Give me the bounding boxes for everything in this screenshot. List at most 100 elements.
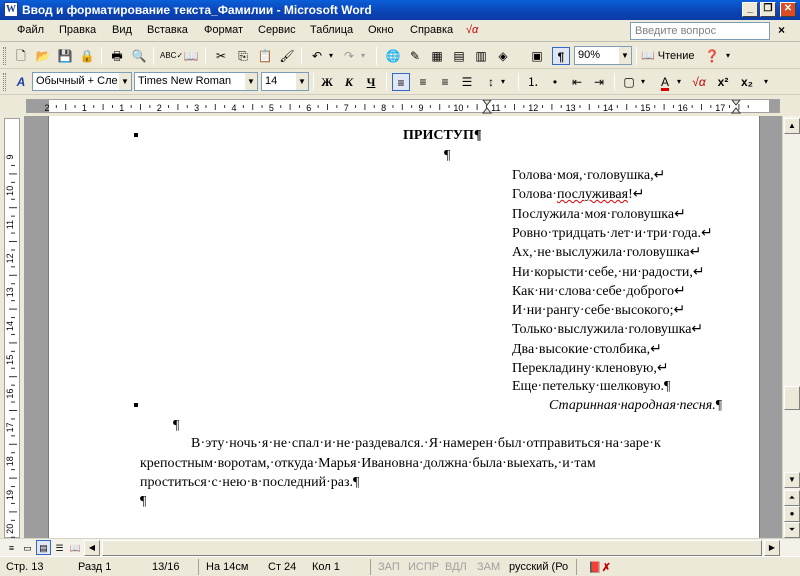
menu-table[interactable]: Таблица [310, 24, 353, 36]
chevron-down-icon[interactable]: ▼ [245, 73, 257, 90]
menu-help[interactable]: Справка [410, 24, 453, 36]
normal-view-icon[interactable]: ≡ [4, 540, 19, 555]
bold-button[interactable]: Ж [318, 73, 336, 91]
scroll-left-icon[interactable]: ◀ [84, 540, 100, 556]
chevron-down-icon[interactable]: ▼ [619, 47, 631, 64]
tables-borders-icon[interactable]: ✎ [406, 47, 424, 65]
underline-button[interactable]: Ч [362, 73, 380, 91]
print-preview-icon[interactable]: 🔍 [130, 47, 148, 65]
toolbar-grip[interactable] [3, 73, 6, 91]
chevron-down-icon[interactable]: ▾ [638, 73, 648, 91]
status-column[interactable]: Кол 1 [312, 561, 340, 573]
web-view-icon[interactable]: ▭ [20, 540, 35, 555]
increase-indent-icon[interactable]: ⇥ [590, 73, 608, 91]
chevron-down-icon[interactable]: ▾ [674, 73, 684, 91]
menu-tools[interactable]: Сервис [258, 24, 296, 36]
menu-edit[interactable]: Правка [59, 24, 96, 36]
borders-icon[interactable]: ▢ [620, 73, 638, 91]
undo-icon[interactable]: ↶ [308, 47, 326, 65]
horizontal-scrollbar[interactable]: ≡ ▭ ▤ ☰ 📖 ◀ ▶ [0, 538, 800, 556]
bullets-icon[interactable]: • [546, 73, 564, 91]
menu-file[interactable]: Файл [17, 24, 44, 36]
italic-button[interactable]: К [340, 73, 358, 91]
scroll-up-icon[interactable]: ▲ [784, 118, 800, 134]
zoom-combo[interactable]: 90% ▼ [574, 46, 632, 65]
chevron-down-icon[interactable]: ▼ [296, 73, 308, 90]
superscript-icon[interactable]: x² [714, 73, 732, 91]
chevron-down-icon[interactable]: ▼ [119, 73, 131, 90]
minimize-button[interactable]: _ [742, 2, 758, 17]
permission-icon[interactable]: 🔒 [78, 47, 96, 65]
paste-icon[interactable]: 📋 [256, 47, 274, 65]
show-formatting-icon[interactable]: ¶ [552, 47, 570, 65]
maximize-button[interactable]: ❐ [760, 2, 776, 17]
menu-window[interactable]: Окно [368, 24, 394, 36]
next-page-icon[interactable]: ⏷ [784, 522, 800, 538]
print-icon[interactable]: 🖶 [108, 47, 126, 65]
status-extend[interactable]: ВДЛ [445, 561, 467, 573]
print-layout-icon[interactable]: ▤ [36, 540, 51, 555]
redo-icon[interactable]: ↷ [340, 47, 358, 65]
first-line-indent-marker[interactable] [482, 100, 492, 106]
ruler-strip[interactable]: 2 1 1 2 3 4 5 6 7 8 9 10 11 12 13 14 15 16 17 [26, 99, 780, 114]
undo-dropdown-icon[interactable]: ▾ [326, 47, 336, 65]
hanging-indent-marker[interactable] [481, 107, 493, 114]
ask-question-input[interactable]: Введите вопрос [630, 22, 770, 40]
document-page[interactable]: ПРИСТУП¶ ¶ Голова·моя,·головушка,↵ Голов… [48, 116, 760, 538]
equation-icon[interactable]: √α [690, 73, 708, 91]
horizontal-scroll-thumb[interactable] [102, 540, 762, 556]
status-section[interactable]: Разд 1 [78, 561, 111, 573]
align-center-icon[interactable]: ≡ [414, 73, 432, 91]
align-right-icon[interactable]: ≡ [436, 73, 454, 91]
font-combo[interactable]: Times New Roman ▼ [134, 72, 258, 91]
font-size-combo[interactable]: 14 ▼ [261, 72, 309, 91]
copy-icon[interactable]: ⎘ [234, 47, 252, 65]
help-icon[interactable]: ❓ [703, 47, 721, 65]
align-left-icon[interactable]: ≡ [392, 73, 410, 91]
horizontal-ruler[interactable]: L 211234567891011121314151617 [0, 96, 800, 210]
status-line[interactable]: Ст 24 [268, 561, 296, 573]
scroll-thumb[interactable] [784, 386, 800, 410]
numbering-icon[interactable]: ⒈ [524, 73, 542, 91]
equation-icon[interactable]: √α [466, 24, 478, 36]
status-page[interactable]: Стр. 13 [6, 561, 43, 573]
close-window-button[interactable]: ✕ [780, 2, 796, 17]
reading-mode-button[interactable]: 📖 Чтение [641, 47, 701, 65]
previous-page-icon[interactable]: ⏶ [784, 490, 800, 506]
spelling-status-icon[interactable]: 📕✗ [588, 561, 611, 574]
styles-formatting-icon[interactable]: A [12, 73, 30, 91]
hyperlink-icon[interactable]: 🌐 [384, 47, 402, 65]
toolbar-options-icon[interactable]: ▾ [722, 47, 734, 65]
drawing-icon[interactable]: ◈ [494, 47, 512, 65]
redo-dropdown-icon[interactable]: ▾ [358, 47, 368, 65]
status-language[interactable]: русский (Ро [509, 561, 568, 573]
save-icon[interactable]: 💾 [56, 47, 74, 65]
menu-insert[interactable]: Вставка [147, 24, 188, 36]
toolbar-grip[interactable] [3, 47, 6, 65]
insert-excel-icon[interactable]: ▤ [450, 47, 468, 65]
research-icon[interactable]: 📖 [182, 47, 200, 65]
justify-icon[interactable]: ☰ [458, 73, 476, 91]
open-folder-icon[interactable]: 📂 [34, 47, 52, 65]
document-map-icon[interactable]: ▣ [528, 47, 546, 65]
outline-view-icon[interactable]: ☰ [52, 540, 67, 555]
columns-icon[interactable]: ▥ [472, 47, 490, 65]
scroll-right-icon[interactable]: ▶ [764, 540, 780, 556]
word-icon[interactable]: W [4, 2, 18, 17]
status-track-changes[interactable]: ИСПР [408, 561, 439, 573]
vertical-scrollbar[interactable]: ▲ ▼ ⏶ ● ⏷ [782, 116, 800, 538]
insert-table-icon[interactable]: ▦ [428, 47, 446, 65]
spelling-icon[interactable]: ABC✓ [160, 47, 183, 65]
toolbar-options-icon[interactable]: ▾ [760, 73, 772, 91]
menu-format[interactable]: Формат [204, 24, 243, 36]
decrease-indent-icon[interactable]: ⇤ [568, 73, 586, 91]
scroll-down-icon[interactable]: ▼ [784, 472, 800, 488]
format-painter-icon[interactable]: 🖌 [278, 47, 296, 65]
font-color-icon[interactable]: A [656, 73, 674, 91]
close-document-button[interactable]: × [778, 23, 785, 37]
chevron-down-icon[interactable]: ▾ [498, 73, 508, 91]
status-pages[interactable]: 13/16 [152, 561, 180, 573]
cut-icon[interactable]: ✂ [212, 47, 230, 65]
vertical-ruler[interactable]: 9101112131415161718192021 [4, 118, 20, 572]
spelling-error[interactable]: послуживая [557, 187, 628, 202]
